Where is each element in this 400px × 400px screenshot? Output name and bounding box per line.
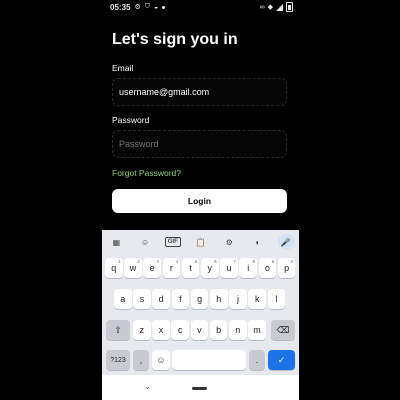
wifi-icon: ◆ xyxy=(267,4,273,11)
apps-icon[interactable]: ▦ xyxy=(107,235,125,249)
key-number-hint: 2 xyxy=(137,259,140,264)
back-chevron-icon[interactable]: ⌄ xyxy=(144,382,151,391)
login-button[interactable]: Login xyxy=(112,189,287,213)
email-field[interactable] xyxy=(113,79,286,105)
shield-icon: ⛉ xyxy=(144,3,150,10)
status-right: ∞ ◆ xyxy=(260,2,293,12)
mic-icon[interactable]: 🎤 xyxy=(277,234,294,250)
password-label: Password xyxy=(112,115,150,125)
period-key[interactable]: . xyxy=(249,350,265,370)
key-h[interactable]: h xyxy=(210,289,228,309)
status-time: 05:35 xyxy=(110,2,131,12)
keyboard: ▦ ☺ GIF 📋 ⚙ ◐ 🎤 q1w2e3r4t5y6u7i8o9p0 asd… xyxy=(102,230,299,375)
key-t[interactable]: t5 xyxy=(181,258,200,278)
key-letter: e xyxy=(149,263,155,273)
gear-icon[interactable]: ⚙ xyxy=(220,235,238,249)
check-icon: ✓ xyxy=(277,354,286,365)
emoji-icon: ☺ xyxy=(156,355,166,365)
dot-icon xyxy=(162,4,166,11)
key-v[interactable]: v xyxy=(190,320,209,340)
email-label: Email xyxy=(112,63,134,73)
key-number-hint: 5 xyxy=(194,259,198,264)
enter-key[interactable]: ✓ xyxy=(268,350,295,370)
keyboard-row-1: q1w2e3r4t5y6u7i8o9p0 xyxy=(102,258,299,278)
key-p[interactable]: p0 xyxy=(277,258,296,278)
key-letter: u xyxy=(226,263,232,273)
keyboard-toolbar: ▦ ☺ GIF 📋 ⚙ ◐ 🎤 xyxy=(102,230,299,254)
key-q[interactable]: q1 xyxy=(105,258,123,278)
key-m[interactable]: m xyxy=(248,320,266,340)
key-i[interactable]: i8 xyxy=(239,258,257,278)
key-b[interactable]: b xyxy=(209,320,228,340)
comma-key[interactable]: , xyxy=(133,350,149,370)
key-f[interactable]: f xyxy=(171,289,190,309)
key-u[interactable]: u7 xyxy=(220,258,238,278)
key-number-hint: 7 xyxy=(233,259,236,264)
shift-key[interactable]: ⇧ xyxy=(106,320,130,340)
key-l[interactable]: l xyxy=(267,289,286,309)
sticker-icon[interactable]: ☺ xyxy=(136,235,154,249)
key-d[interactable]: d xyxy=(152,289,170,309)
key-x[interactable]: x xyxy=(152,320,170,340)
key-e[interactable]: e3 xyxy=(143,258,161,278)
key-letter: r xyxy=(169,263,173,273)
key-letter: q xyxy=(111,263,117,273)
page-title: Let's sign you in xyxy=(112,31,238,48)
key-letter: o xyxy=(264,263,270,273)
keyboard-row-4: ?123 , ☺ . ✓ xyxy=(102,350,299,370)
navigation-bar: ⌄ xyxy=(102,375,299,400)
key-number-hint: 3 xyxy=(156,259,159,264)
backspace-key[interactable]: ⌫ xyxy=(271,320,295,340)
space-key[interactable] xyxy=(172,350,246,370)
keyboard-row-2: asdfghjkl xyxy=(102,289,299,309)
key-number-hint: 1 xyxy=(118,259,121,264)
key-letter: w xyxy=(129,263,137,273)
password-field[interactable] xyxy=(113,131,286,157)
key-c[interactable]: c xyxy=(171,320,189,340)
phone-screen: 05:35 ⚙ ⛉ ◒ ∞ ◆ Let's sign you in Email … xyxy=(102,0,299,400)
key-number-hint: 6 xyxy=(214,259,217,264)
key-letter: t xyxy=(189,263,192,273)
key-j[interactable]: j xyxy=(229,289,247,309)
key-g[interactable]: g xyxy=(190,289,209,309)
palette-icon[interactable]: ◐ xyxy=(249,235,267,249)
key-s[interactable]: s xyxy=(133,289,151,309)
home-handle[interactable] xyxy=(192,387,207,390)
key-o[interactable]: o9 xyxy=(258,258,277,278)
key-r[interactable]: r4 xyxy=(162,258,181,278)
key-k[interactable]: k xyxy=(248,289,266,309)
key-number-hint: 9 xyxy=(271,259,275,264)
key-number-hint: 8 xyxy=(252,259,255,264)
key-letter: p xyxy=(284,263,290,273)
battery-icon xyxy=(286,2,293,12)
symbols-key[interactable]: ?123 xyxy=(106,350,130,370)
android-icon: ◒ xyxy=(154,3,159,11)
key-z[interactable]: z xyxy=(133,320,151,340)
key-y[interactable]: y6 xyxy=(201,258,219,278)
key-a[interactable]: a xyxy=(114,289,132,309)
signal-icon xyxy=(276,3,283,11)
key-number-hint: 0 xyxy=(290,259,294,264)
gif-button[interactable]: GIF xyxy=(164,237,181,247)
key-letter: i xyxy=(247,263,250,273)
key-n[interactable]: n xyxy=(229,320,247,340)
key-number-hint: 4 xyxy=(175,259,179,264)
clipboard-icon[interactable]: 📋 xyxy=(191,235,209,249)
status-bar: 05:35 ⚙ ⛉ ◒ ∞ ◆ xyxy=(102,0,299,14)
link-icon: ∞ xyxy=(259,3,265,11)
emoji-key[interactable]: ☺ xyxy=(152,350,170,370)
key-letter: y xyxy=(207,263,213,273)
email-field-container xyxy=(112,78,287,106)
password-field-container xyxy=(112,130,287,158)
keyboard-row-3: ⇧ ⌫ zxcvbnm xyxy=(102,320,299,340)
settings-icon: ⚙ xyxy=(134,4,141,11)
key-w[interactable]: w2 xyxy=(124,258,142,278)
forgot-password-link[interactable]: Forgot Password? xyxy=(112,168,181,178)
